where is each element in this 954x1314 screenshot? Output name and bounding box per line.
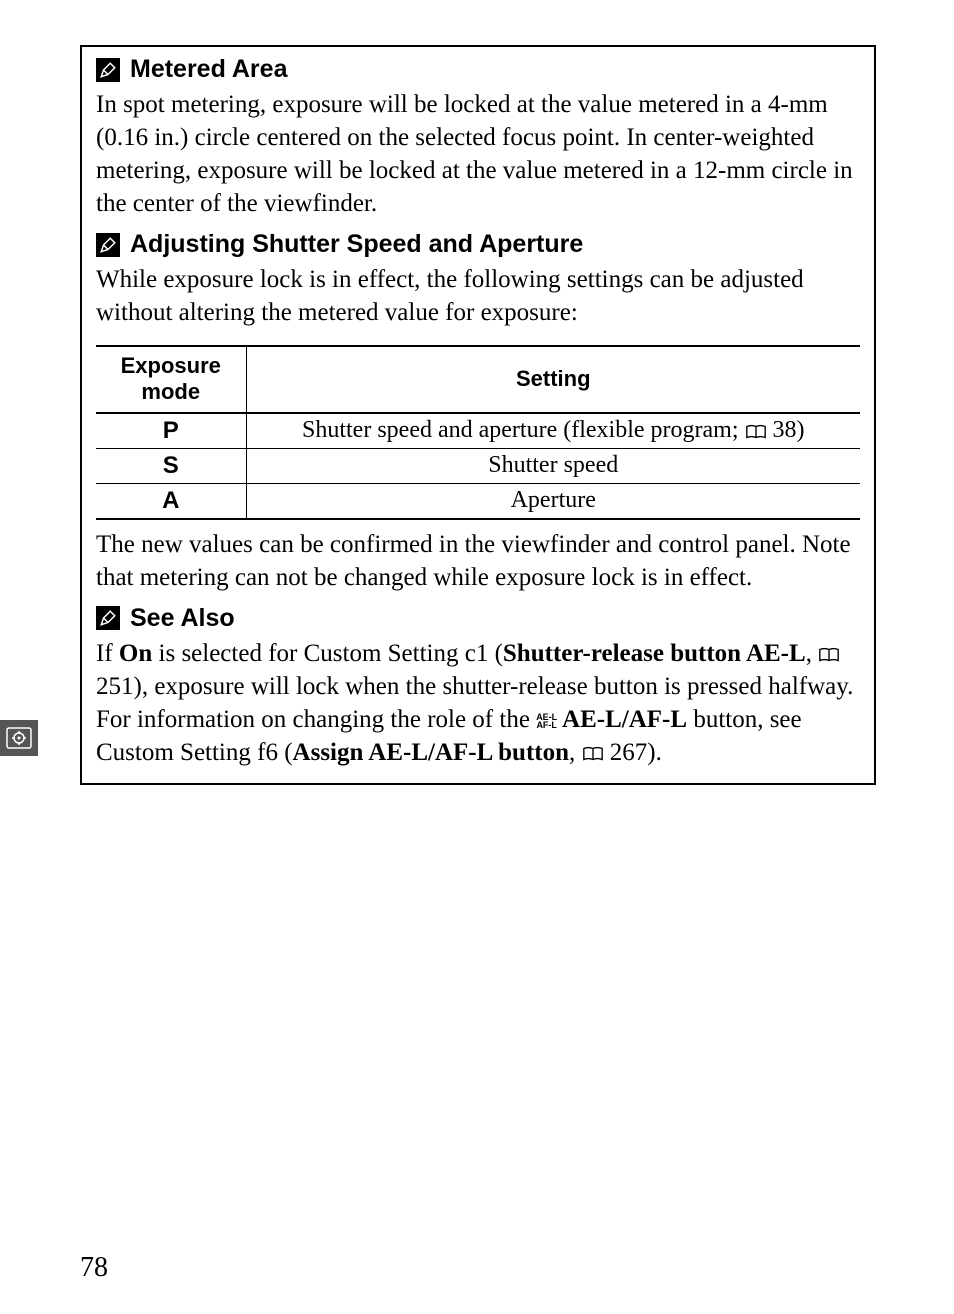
page-number: 78 (80, 1252, 108, 1284)
heading-text: Adjusting Shutter Speed and Aperture (130, 230, 583, 259)
table-row: A Aperture (96, 483, 860, 519)
adjusting-intro: While exposure lock is in effect, the fo… (96, 263, 860, 329)
pencil-icon (96, 233, 120, 257)
heading-text: Metered Area (130, 55, 287, 84)
ael-afl-icon: AE-LAF-L (536, 713, 557, 729)
adjusting-after: The new values can be confirmed in the v… (96, 528, 860, 594)
col-mode: Exposure mode (96, 346, 246, 413)
book-icon (582, 746, 604, 762)
heading-text: See Also (130, 604, 235, 633)
heading-metered-area: Metered Area (96, 55, 860, 84)
cell-setting: Shutter speed (246, 448, 860, 483)
see-also-body: If On is selected for Custom Setting c1 … (96, 637, 860, 769)
book-icon (818, 647, 840, 663)
table-row: P Shutter speed and aperture (flexible p… (96, 413, 860, 449)
pencil-icon (96, 58, 120, 82)
content-box: Metered Area In spot metering, exposure … (80, 45, 876, 785)
col-setting: Setting (246, 346, 860, 413)
heading-adjusting: Adjusting Shutter Speed and Aperture (96, 230, 860, 259)
metered-body: In spot metering, exposure will be locke… (96, 88, 860, 220)
cell-setting: Shutter speed and aperture (flexible pro… (246, 413, 860, 449)
cell-mode: A (96, 483, 246, 519)
cell-mode: P (96, 413, 246, 449)
book-icon (745, 424, 767, 440)
table-row: S Shutter speed (96, 448, 860, 483)
cell-setting: Aperture (246, 483, 860, 519)
side-tab-icon (0, 720, 38, 756)
heading-see-also: See Also (96, 604, 860, 633)
settings-table: Exposure mode Setting P Shutter speed an… (96, 345, 860, 520)
pencil-icon (96, 606, 120, 630)
cell-mode: S (96, 448, 246, 483)
